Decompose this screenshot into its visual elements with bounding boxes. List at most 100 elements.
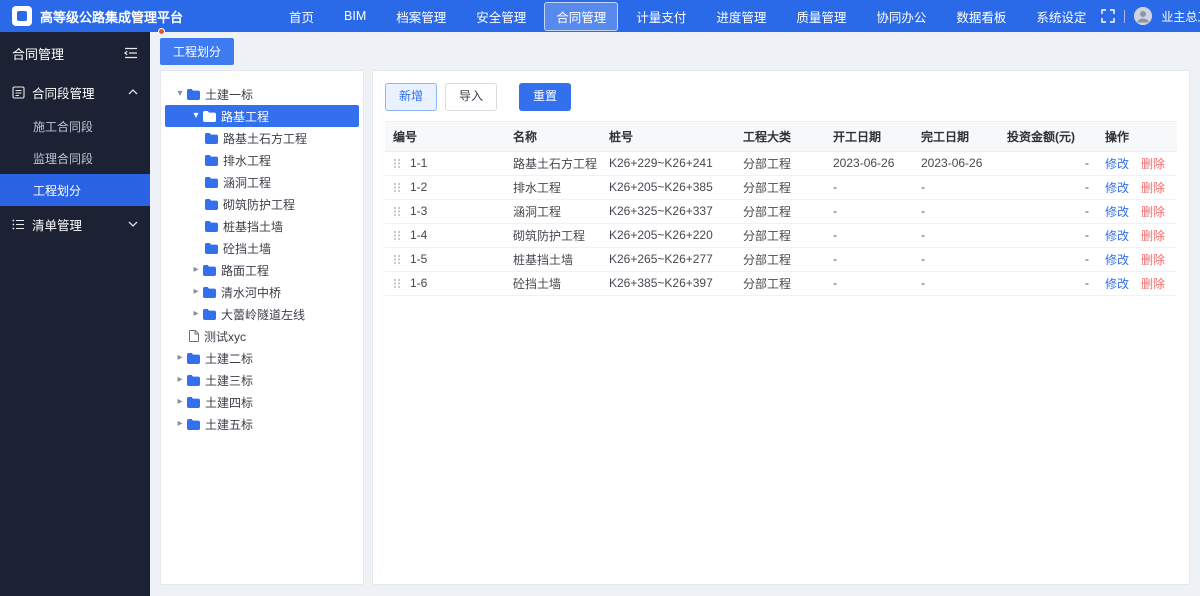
user-name[interactable]: 业主总工 <box>1161 8 1200 25</box>
tree-node[interactable]: ▸ 土建三标 <box>165 369 359 391</box>
edit-link[interactable]: 修改 <box>1105 205 1129 219</box>
reset-button[interactable]: 重置 <box>519 83 572 111</box>
sidebar-sub-item[interactable]: 工程划分 <box>0 174 150 206</box>
folder-icon <box>205 154 218 166</box>
caret-right-icon[interactable]: ▸ <box>173 353 187 363</box>
tree-node-label: 砼挡土墙 <box>223 241 272 256</box>
delete-link[interactable]: 删除 <box>1141 205 1165 219</box>
table-row: 1-6 砼挡土墙 K26+385~K26+397 分部工程 - - - 修改 删除 <box>385 271 1177 296</box>
top-nav-item[interactable]: 安全管理 <box>464 2 538 31</box>
cell-code: 1-4 <box>393 228 497 242</box>
table-header-row: 编号 名称 桩号 工程大类 开工日期 完工日期 投资金额(元) 操作 <box>385 120 1177 152</box>
sidebar-group[interactable]: 合同段管理 <box>0 74 150 110</box>
tree-node-label: 测试xyc <box>204 329 247 344</box>
tree-node[interactable]: ▸ 路面工程 <box>165 259 359 281</box>
caret-down-icon[interactable]: ▾ <box>173 89 187 99</box>
cell-name: 排水工程 <box>505 175 601 200</box>
tree-node[interactable]: 排水工程 <box>165 149 359 171</box>
row-code: 1-2 <box>410 180 428 195</box>
top-nav-item[interactable]: 首页 <box>277 2 326 31</box>
delete-link[interactable]: 删除 <box>1141 277 1165 291</box>
folder-open-icon <box>187 88 200 100</box>
top-nav-item[interactable]: 进度管理 <box>704 2 778 31</box>
sidebar-title: 合同管理 <box>12 46 65 62</box>
drag-handle-icon[interactable] <box>393 158 401 169</box>
top-nav-item[interactable]: 计量支付 <box>624 2 698 31</box>
edit-link[interactable]: 修改 <box>1105 229 1129 243</box>
top-nav-item[interactable]: 合同管理 <box>544 1 619 31</box>
caret-right-icon[interactable]: ▸ <box>173 375 187 385</box>
caret-right-icon[interactable]: ▸ <box>189 309 203 319</box>
cell-amount: - <box>999 223 1097 248</box>
tree-node[interactable]: 测试xyc <box>165 325 359 347</box>
folder-icon <box>203 264 216 276</box>
tree-node-label: 大蕾岭隧道左线 <box>221 307 306 322</box>
tree-node[interactable]: ▾ 路基工程 <box>165 105 359 127</box>
tree-node[interactable]: 涵洞工程 <box>165 171 359 193</box>
top-nav-item[interactable]: 档案管理 <box>384 2 458 31</box>
avatar[interactable] <box>1134 7 1153 25</box>
tree-node[interactable]: 桩基挡土墙 <box>165 215 359 237</box>
caret-right-icon[interactable]: ▸ <box>189 287 203 297</box>
caret-right-icon[interactable]: ▸ <box>173 419 187 429</box>
edit-link[interactable]: 修改 <box>1105 157 1129 171</box>
tree-node[interactable]: ▾ 土建一标 <box>165 83 359 105</box>
cell-code: 1-1 <box>393 156 497 170</box>
edit-link[interactable]: 修改 <box>1105 181 1129 195</box>
main-area: 工程划分 ▾ 土建一标 ▾ 路基工程 路基土石方工程 排水工程 涵洞工程 砌筑防护工程 桩基挡土… <box>150 32 1200 596</box>
caret-down-icon[interactable]: ▾ <box>189 111 203 121</box>
drag-handle-icon[interactable] <box>393 230 401 241</box>
delete-link[interactable]: 删除 <box>1141 157 1165 171</box>
drag-handle-icon[interactable] <box>393 206 401 217</box>
row-code: 1-6 <box>410 276 428 291</box>
tree-node[interactable]: ▸ 大蕾岭隧道左线 <box>165 303 359 325</box>
list-icon <box>12 218 25 231</box>
tab-project-division[interactable]: 工程划分 <box>160 37 235 65</box>
sidebar-group-label: 合同段管理 <box>32 86 95 101</box>
cell-actions: 修改 删除 <box>1097 175 1177 200</box>
brand: 高等级公路集成管理平台 <box>0 6 246 26</box>
table-header-cell: 工程大类 <box>735 120 825 152</box>
tree-node[interactable]: ▸ 土建二标 <box>165 347 359 369</box>
tree-node-label: 土建四标 <box>205 395 254 410</box>
tree-node[interactable]: 砌筑防护工程 <box>165 193 359 215</box>
cell-name: 砌筑防护工程 <box>505 223 601 248</box>
drag-handle-icon[interactable] <box>393 278 401 289</box>
table-row: 1-1 路基土石方工程 K26+229~K26+241 分部工程 2023-06-26 2… <box>385 151 1177 176</box>
sidebar-sub-item[interactable]: 监理合同段 <box>0 142 150 174</box>
edit-link[interactable]: 修改 <box>1105 253 1129 267</box>
row-code: 1-5 <box>410 252 428 267</box>
tree-node[interactable]: ▸ 土建五标 <box>165 413 359 435</box>
sidebar-sub-item[interactable]: 施工合同段 <box>0 110 150 142</box>
sidebar-group[interactable]: 清单管理 <box>0 206 150 242</box>
top-nav-item[interactable]: 系统设定 <box>1024 2 1098 31</box>
drag-handle-icon[interactable] <box>393 254 401 265</box>
top-nav-item[interactable]: 数据看板 <box>944 2 1018 31</box>
delete-link[interactable]: 删除 <box>1141 181 1165 195</box>
cell-code: 1-3 <box>393 204 497 218</box>
drag-handle-icon[interactable] <box>393 182 401 193</box>
tree-node-label: 桩基挡土墙 <box>223 219 284 234</box>
tree-node[interactable]: ▸ 清水河中桥 <box>165 281 359 303</box>
edit-link[interactable]: 修改 <box>1105 277 1129 291</box>
cell-start-date: - <box>825 247 913 272</box>
tree-node-label: 涵洞工程 <box>223 175 272 190</box>
add-button[interactable]: 新增 <box>385 83 438 111</box>
tree-node[interactable]: 砼挡土墙 <box>165 237 359 259</box>
fullscreen-icon[interactable] <box>1101 9 1116 23</box>
top-nav-item[interactable]: 质量管理 <box>784 2 858 31</box>
folder-icon <box>205 132 218 144</box>
collapse-sidebar-icon[interactable] <box>124 47 138 59</box>
caret-right-icon[interactable]: ▸ <box>173 397 187 407</box>
tree-node[interactable]: 路基土石方工程 <box>165 127 359 149</box>
project-tree-panel: ▾ 土建一标 ▾ 路基工程 路基土石方工程 排水工程涵洞工程砌筑防护工程桩基挡土墙砼挡土墙… <box>160 70 364 585</box>
cell-category: 分部工程 <box>735 247 825 272</box>
caret-right-icon[interactable]: ▸ <box>189 265 203 275</box>
top-nav-item[interactable]: 协同办公 <box>864 2 938 31</box>
top-nav-item[interactable]: BIM <box>332 4 378 28</box>
tree-node[interactable]: ▸ 土建四标 <box>165 391 359 413</box>
delete-link[interactable]: 删除 <box>1141 253 1165 267</box>
sidebar-group-label: 清单管理 <box>32 218 83 233</box>
import-button[interactable]: 导入 <box>445 83 498 111</box>
delete-link[interactable]: 删除 <box>1141 229 1165 243</box>
